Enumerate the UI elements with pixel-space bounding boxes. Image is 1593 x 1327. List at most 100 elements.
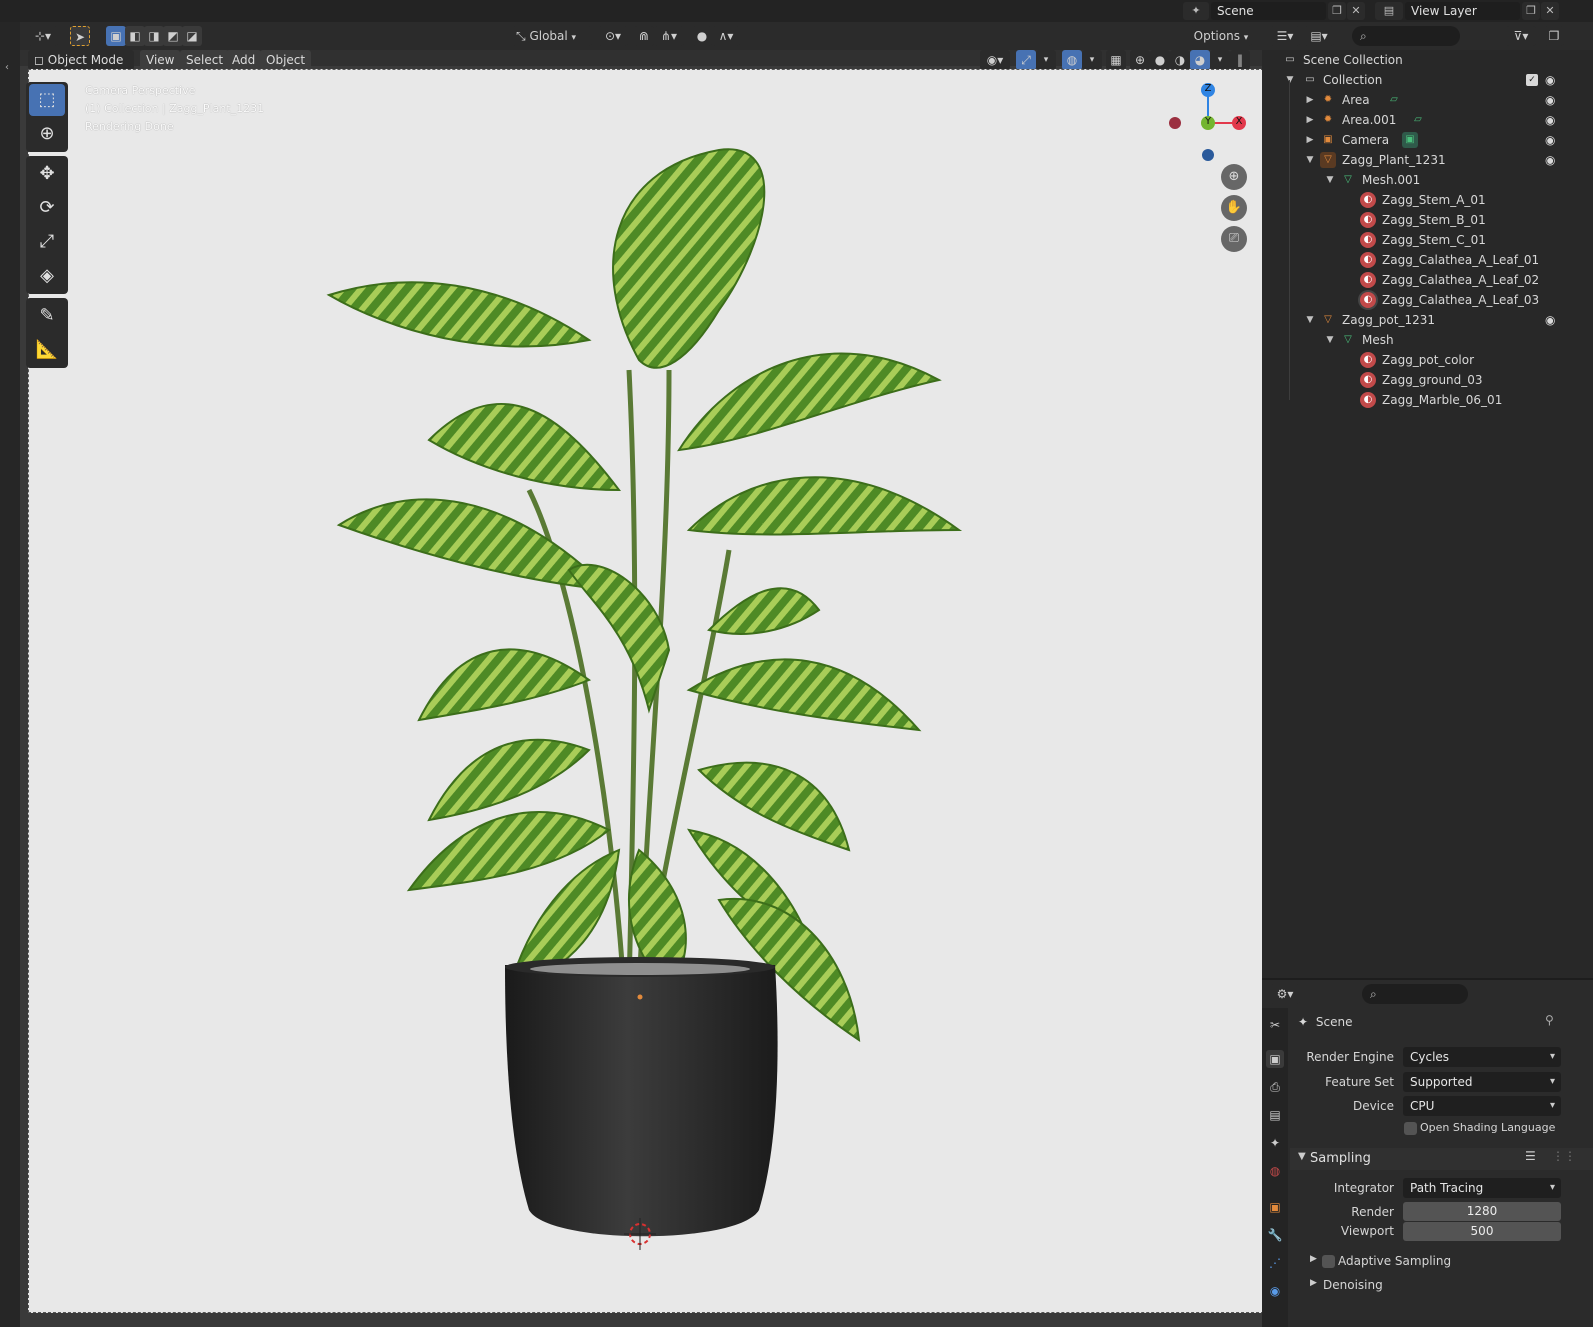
solid-shading-icon[interactable]: ●	[1150, 50, 1170, 70]
render-canvas[interactable]: Camera Perspective (1) Collection | Zagg…	[28, 69, 1274, 1313]
editor-type-icon[interactable]: ⚙▾	[1270, 984, 1300, 1004]
falloff-icon[interactable]: ∧▾	[712, 26, 740, 46]
pan-hand-icon[interactable]: ✋	[1221, 195, 1247, 221]
tree-row-pot[interactable]: ▼ ▽ Zagg_pot_1231 ◉	[1262, 310, 1593, 330]
modifier-tab-icon[interactable]: 🔧	[1266, 1226, 1284, 1244]
osl-checkbox[interactable]	[1404, 1122, 1417, 1135]
integrator-dropdown[interactable]: Path Tracing ▾	[1403, 1178, 1561, 1198]
tree-row-material[interactable]: ◐ Zagg_Calathea_A_Leaf_01	[1262, 250, 1593, 270]
visibility-icon[interactable]: ◉▾	[980, 50, 1010, 70]
device-dropdown[interactable]: CPU ▾	[1403, 1096, 1561, 1116]
render-tab-icon[interactable]: ▣	[1266, 1050, 1284, 1068]
mode-dropdown[interactable]: ◻ Object Mode ▾	[28, 50, 134, 87]
chevron-down-icon[interactable]: ▾	[1210, 50, 1230, 70]
select-mode-intersect-icon[interactable]: ◪	[182, 26, 202, 46]
particles-tab-icon[interactable]: ⋰	[1266, 1254, 1284, 1272]
physics-tab-icon[interactable]: ◉	[1266, 1282, 1284, 1300]
scale-icon[interactable]: ⤢	[29, 226, 65, 258]
select-box-icon[interactable]: ⬚	[29, 84, 65, 116]
gizmo-toggle-icon[interactable]: ⤢	[1016, 50, 1036, 70]
tree-row-material[interactable]: ◐ Zagg_ground_03	[1262, 370, 1593, 390]
tree-row-area[interactable]: ▶ ✹ Area ▱ ◉	[1262, 90, 1593, 110]
xray-toggle-icon[interactable]: ▦	[1106, 50, 1126, 70]
navigation-gizmo[interactable]: Z Y X	[1165, 80, 1255, 170]
tree-row-plant[interactable]: ▼ ▽ Zagg_Plant_1231 ◉	[1262, 150, 1593, 170]
tree-row-material[interactable]: ◐ Zagg_pot_color	[1262, 350, 1593, 370]
denoising-label[interactable]: Denoising	[1323, 1275, 1383, 1295]
select-tool-icon[interactable]: ➤	[70, 26, 90, 46]
expand-arrow-icon[interactable]: ▶	[1310, 1278, 1317, 1288]
select-mode-extend-icon[interactable]: ◧	[125, 26, 145, 46]
tree-row-material[interactable]: ◐ Zagg_Calathea_A_Leaf_02	[1262, 270, 1593, 290]
tool-tab-icon[interactable]: ✂	[1266, 1016, 1284, 1034]
wireframe-shading-icon[interactable]: ⊕	[1130, 50, 1150, 70]
expand-arrow-icon[interactable]: ▶	[1304, 130, 1316, 150]
output-tab-icon[interactable]: ⎙	[1266, 1078, 1284, 1096]
object-tab-icon[interactable]: ▣	[1266, 1198, 1284, 1216]
scene-selector[interactable]: Scene	[1211, 2, 1326, 20]
expand-arrow-icon[interactable]: ‹	[5, 62, 9, 73]
menu-add[interactable]: Add	[226, 50, 262, 70]
snap-toggle-icon[interactable]: ⋒	[634, 26, 654, 46]
tree-row-collection[interactable]: ▼ ▭ Collection ✓ ◉	[1262, 70, 1593, 90]
tree-row-material[interactable]: ◐ Zagg_Stem_A_01	[1262, 190, 1593, 210]
sampling-section-header[interactable]: ▼ Sampling ☰ ⋮⋮	[1290, 1148, 1593, 1170]
material-shading-icon[interactable]: ◑	[1170, 50, 1190, 70]
chevron-down-icon[interactable]: ▾	[1036, 50, 1056, 70]
select-mode-new-icon[interactable]: ▣	[106, 26, 126, 46]
rendered-shading-icon[interactable]: ◕	[1190, 50, 1210, 70]
move-icon[interactable]: ✥	[29, 158, 65, 190]
menu-select[interactable]: Select	[180, 50, 230, 70]
menu-view[interactable]: View	[140, 50, 181, 70]
expand-arrow-icon[interactable]: ▶	[1310, 1254, 1317, 1264]
editor-type-icon[interactable]: ☰▾	[1270, 26, 1300, 46]
world-tab-icon[interactable]: ◍	[1266, 1162, 1284, 1180]
tree-row-area001[interactable]: ▶ ✹ Area.001 ▱ ◉	[1262, 110, 1593, 130]
menu-object[interactable]: Object	[260, 50, 312, 70]
delete-scene-icon[interactable]: ✕	[1347, 2, 1365, 20]
expand-arrow-icon[interactable]: ▼	[1304, 150, 1316, 170]
transform-icon[interactable]: ◈	[29, 260, 65, 292]
measure-icon[interactable]: 📐	[29, 334, 65, 366]
tree-row-material[interactable]: ◐ Zagg_Stem_C_01	[1262, 230, 1593, 250]
properties-search-input[interactable]: ⌕	[1362, 984, 1468, 1004]
expand-arrow-icon[interactable]: ▶	[1304, 110, 1316, 130]
eye-icon[interactable]: ◉	[1545, 150, 1555, 170]
tree-row-material[interactable]: ◐ Zagg_Stem_B_01	[1262, 210, 1593, 230]
chevron-down-icon[interactable]: ▾	[1082, 50, 1102, 70]
transform-orientation-dropdown[interactable]: ⤡ Global ▾	[512, 26, 592, 46]
tree-row-scene-collection[interactable]: ▭ Scene Collection	[1262, 50, 1593, 70]
tree-row-camera[interactable]: ▶ ▣ Camera ▣ ◉	[1262, 130, 1593, 150]
cursor-icon[interactable]: ⊕	[29, 118, 65, 150]
annotate-icon[interactable]: ✎	[29, 300, 65, 332]
editor-type-icon[interactable]: ⊹▾	[28, 26, 58, 46]
select-mode-subtract-icon[interactable]: ◨	[144, 26, 164, 46]
delete-view-layer-icon[interactable]: ✕	[1541, 2, 1559, 20]
eye-icon[interactable]: ◉	[1545, 90, 1555, 110]
outliner-search-input[interactable]: ⌕	[1352, 26, 1460, 46]
new-scene-icon[interactable]: ❐	[1328, 2, 1346, 20]
zoom-icon[interactable]: ⊕	[1221, 164, 1247, 190]
expand-arrow-icon[interactable]: ▼	[1324, 170, 1336, 190]
drag-handle-icon[interactable]: ⋮⋮	[1552, 1149, 1576, 1163]
pause-render-icon[interactable]: ‖	[1230, 50, 1250, 70]
eye-icon[interactable]: ◉	[1545, 310, 1555, 330]
tree-row-material[interactable]: ◐ Zagg_Marble_06_01	[1262, 390, 1593, 410]
view-layer-selector[interactable]: View Layer	[1405, 2, 1520, 20]
eye-icon[interactable]: ◉	[1545, 130, 1555, 150]
display-mode-icon[interactable]: ▤▾	[1304, 26, 1334, 46]
select-mode-invert-icon[interactable]: ◩	[163, 26, 183, 46]
scene-browse-icon[interactable]: ✦	[1183, 2, 1209, 20]
view-layer-browse-icon[interactable]: ▤	[1375, 2, 1403, 20]
expand-arrow-icon[interactable]: ▶	[1304, 90, 1316, 110]
presets-list-icon[interactable]: ☰	[1525, 1149, 1536, 1163]
viewport-samples-field[interactable]: 500	[1403, 1222, 1561, 1241]
pin-icon[interactable]: ⚲	[1545, 1013, 1554, 1027]
rotate-icon[interactable]: ⟳	[29, 192, 65, 224]
snap-target-icon[interactable]: ⋔▾	[654, 26, 684, 46]
eye-icon[interactable]: ◉	[1545, 70, 1555, 90]
scene-tab-icon[interactable]: ✦	[1266, 1134, 1284, 1152]
expand-arrow-icon[interactable]: ▼	[1324, 330, 1336, 350]
camera-view-icon[interactable]: ⎚	[1221, 226, 1247, 252]
expand-arrow-icon[interactable]: ▼	[1304, 310, 1316, 330]
